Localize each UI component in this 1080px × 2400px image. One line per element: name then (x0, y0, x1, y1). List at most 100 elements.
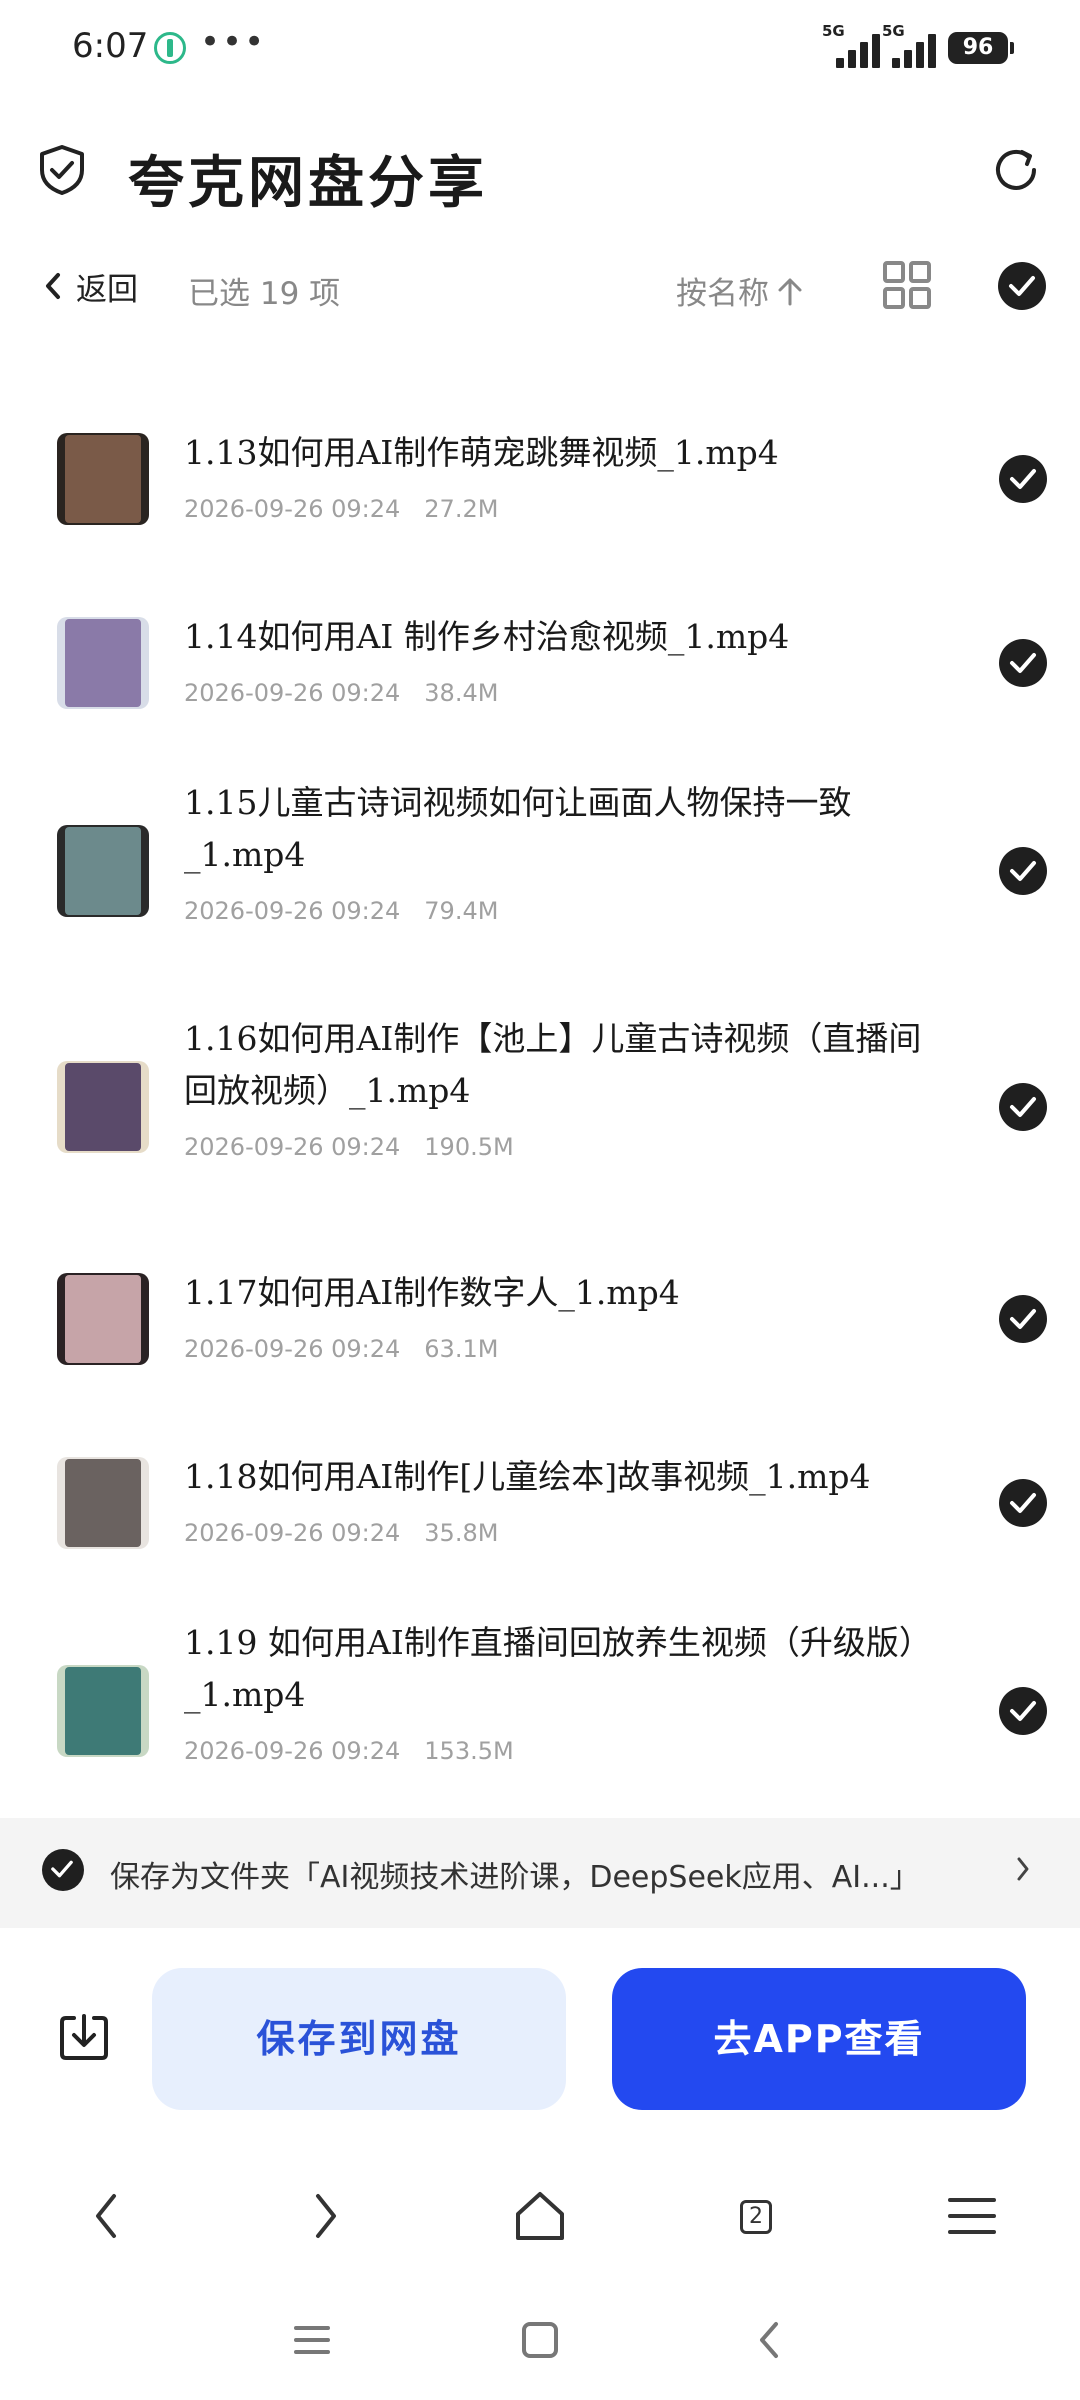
system-nav (0, 2300, 1080, 2380)
check-icon (1010, 1701, 1036, 1721)
system-back-icon[interactable] (742, 2312, 798, 2368)
file-name: 1.13如何用AI制作萌宠跳舞视频_1.mp4 (184, 433, 779, 472)
file-date: 2026-09-26 09:24 (184, 897, 401, 925)
file-size: 63.1M (424, 1335, 499, 1363)
file-date: 2026-09-26 09:24 (184, 495, 401, 523)
file-name: 1.17如何用AI制作数字人_1.mp4 (184, 1273, 680, 1312)
signal-icon-2: 5G (882, 22, 948, 68)
file-name: 1.15儿童古诗词视频如何让画面人物保持一致_1.mp4 (184, 783, 852, 874)
back-label: 返回 (76, 271, 138, 308)
file-meta: 2026-09-26 09:24 38.4M (184, 679, 498, 707)
thumbnail-image (65, 1459, 141, 1547)
thumbnail-image (65, 1275, 141, 1363)
row-checkbox[interactable] (999, 455, 1047, 503)
file-meta: 2026-09-26 09:24 27.2M (184, 495, 498, 523)
file-meta: 2026-09-26 09:24 35.8M (184, 1519, 498, 1547)
check-icon (1010, 1097, 1036, 1117)
file-row[interactable]: 1.18如何用AI制作[儿童绘本]故事视频_1.mp4 2026-09-26 0… (0, 1409, 1080, 1593)
status-bar: 6:07 ••• 5G 5G 96 (0, 0, 1080, 96)
browser-home-icon[interactable] (512, 2188, 568, 2244)
video-thumbnail (57, 1665, 149, 1757)
file-name: 1.18如何用AI制作[儿童绘本]故事视频_1.mp4 (184, 1457, 871, 1496)
shield-check-icon[interactable] (38, 144, 86, 196)
video-thumbnail (57, 1273, 149, 1365)
file-size: 79.4M (424, 897, 499, 925)
video-thumbnail (57, 1457, 149, 1549)
file-date: 2026-09-26 09:24 (184, 679, 401, 707)
video-thumbnail (57, 1061, 149, 1153)
file-row[interactable]: 1.19 如何用AI制作直播间回放养生视频（升级版）_1.mp4 2026-09… (0, 1593, 1080, 1829)
file-row[interactable]: 1.13如何用AI制作萌宠跳舞视频_1.mp4 2026-09-26 09:24… (0, 385, 1080, 569)
grid-view-icon[interactable] (882, 260, 932, 310)
thumbnail-image (65, 435, 141, 523)
row-checkbox[interactable] (999, 1687, 1047, 1735)
sort-button[interactable]: 按名称 (676, 268, 803, 313)
file-name: 1.14如何用AI 制作乡村治愈视频_1.mp4 (184, 617, 790, 656)
file-date: 2026-09-26 09:24 (184, 1335, 401, 1363)
chevron-right-icon (1017, 1857, 1029, 1881)
file-row[interactable]: 1.14如何用AI 制作乡村治愈视频_1.mp4 2026-09-26 09:2… (0, 569, 1080, 753)
check-icon (51, 1860, 73, 1878)
browser-nav: 2 (0, 2170, 1080, 2260)
selected-count: 已选 19 项 (188, 276, 341, 312)
save-as-folder-bar[interactable]: 保存为文件夹「AI视频技术进阶课，DeepSeek应用、AI...」 (0, 1818, 1080, 1928)
row-checkbox[interactable] (999, 1295, 1047, 1343)
file-list: 1.13如何用AI制作萌宠跳舞视频_1.mp4 2026-09-26 09:24… (0, 385, 1080, 1829)
file-size: 190.5M (424, 1133, 514, 1161)
video-thumbnail (57, 825, 149, 917)
file-meta: 2026-09-26 09:24 79.4M (184, 897, 498, 925)
back-button[interactable]: 返回 (44, 262, 138, 310)
page-title: 夸克网盘分享 (128, 150, 488, 216)
browser-tabs-button[interactable]: 2 (728, 2188, 784, 2244)
home-icon[interactable] (512, 2312, 568, 2368)
app-header: 夸克网盘分享 (0, 120, 1080, 220)
check-icon (1010, 1309, 1036, 1329)
browser-forward-icon[interactable] (296, 2188, 352, 2244)
selection-toolbar: 返回 已选 19 项 按名称 (0, 250, 1080, 322)
row-checkbox[interactable] (999, 1479, 1047, 1527)
file-meta: 2026-09-26 09:24 190.5M (184, 1133, 514, 1161)
file-date: 2026-09-26 09:24 (184, 1737, 401, 1765)
file-date: 2026-09-26 09:24 (184, 1519, 401, 1547)
row-checkbox[interactable] (999, 639, 1047, 687)
file-row[interactable]: 1.15儿童古诗词视频如何让画面人物保持一致_1.mp4 2026-09-26 … (0, 753, 1080, 989)
browser-back-icon[interactable] (80, 2188, 136, 2244)
signal-icon-1: 5G (822, 22, 888, 68)
file-size: 27.2M (424, 495, 499, 523)
check-icon (1010, 861, 1036, 881)
thumbnail-image (65, 827, 141, 915)
notification-app-icon (154, 32, 186, 64)
check-icon (1010, 653, 1036, 673)
recents-icon[interactable] (284, 2312, 340, 2368)
battery-icon: 96 (948, 32, 1014, 64)
video-thumbnail (57, 433, 149, 525)
more-notifications-icon: ••• (200, 22, 267, 62)
row-checkbox[interactable] (999, 1083, 1047, 1131)
file-row[interactable]: 1.16如何用AI制作【池上】儿童古诗视频（直播间回放视频）_1.mp4 202… (0, 989, 1080, 1225)
save-as-folder-text: 保存为文件夹「AI视频技术进阶课，DeepSeek应用、AI...」 (110, 1860, 920, 1895)
thumbnail-image (65, 619, 141, 707)
check-icon (1010, 1493, 1036, 1513)
select-all-checkbox[interactable] (998, 262, 1046, 310)
file-meta: 2026-09-26 09:24 153.5M (184, 1737, 514, 1765)
thumbnail-image (65, 1667, 141, 1755)
file-name: 1.19 如何用AI制作直播间回放养生视频（升级版）_1.mp4 (184, 1623, 916, 1714)
browser-menu-icon[interactable] (944, 2188, 1000, 2244)
row-checkbox[interactable] (999, 847, 1047, 895)
sort-label: 按名称 (676, 276, 769, 312)
open-in-app-button[interactable]: 去APP查看 (612, 1968, 1026, 2110)
file-meta: 2026-09-26 09:24 63.1M (184, 1335, 498, 1363)
refresh-icon[interactable] (988, 142, 1044, 198)
file-size: 153.5M (424, 1737, 514, 1765)
file-size: 35.8M (424, 1519, 499, 1547)
network-type-2: 5G (882, 22, 905, 40)
file-row[interactable]: 1.17如何用AI制作数字人_1.mp4 2026-09-26 09:24 63.… (0, 1225, 1080, 1409)
thumbnail-image (65, 1063, 141, 1151)
file-size: 38.4M (424, 679, 499, 707)
save-to-drive-button[interactable]: 保存到网盘 (152, 1968, 566, 2110)
chevron-left-icon (46, 273, 60, 299)
file-name: 1.16如何用AI制作【池上】儿童古诗视频（直播间回放视频）_1.mp4 (184, 1019, 922, 1110)
network-type-1: 5G (822, 22, 845, 40)
download-icon[interactable] (58, 2010, 110, 2062)
save-as-folder-checkbox[interactable] (42, 1849, 84, 1891)
